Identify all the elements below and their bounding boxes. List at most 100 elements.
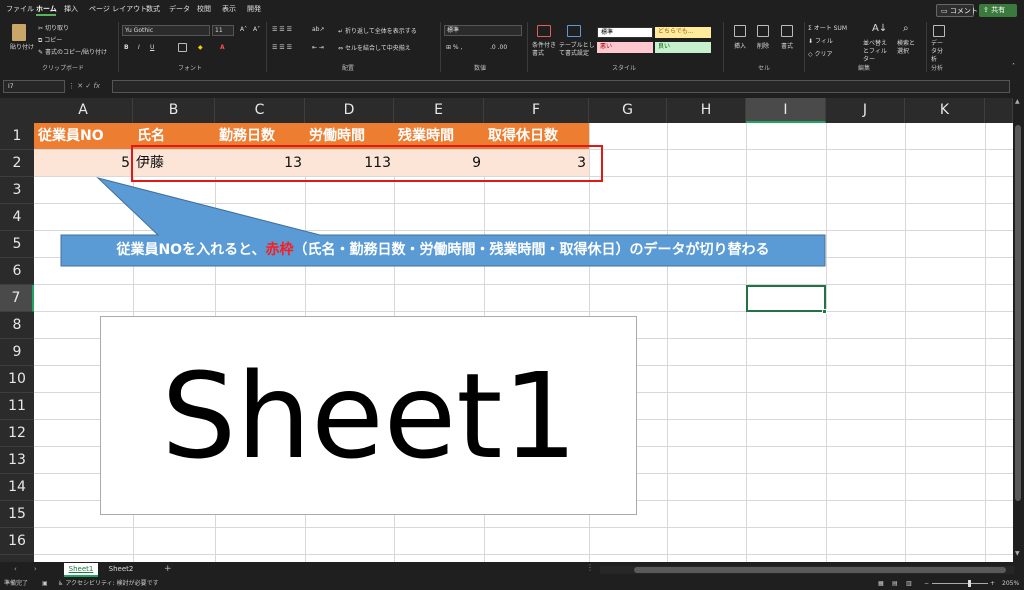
scroll-down-icon[interactable]: ▼ <box>1015 550 1020 557</box>
alignment-group-label: 配置 <box>342 65 355 72</box>
collapse-ribbon-icon[interactable]: ˄ <box>1012 62 1015 71</box>
tab-data[interactable]: データ <box>169 4 190 14</box>
copy-button[interactable]: ⧉ コピー <box>38 36 62 45</box>
bold-button[interactable]: B <box>124 43 129 52</box>
tab-home[interactable]: ホーム <box>36 4 57 14</box>
fill-color-icon[interactable]: ◆ <box>198 43 203 52</box>
tab-page-layout[interactable]: ページ レイアウト <box>89 4 147 14</box>
format-cells-icon <box>781 25 793 37</box>
status-bar: 準備完了 ▣ ♿ アクセシビリティ: 検討が必要です ▦ ▤ ▥ − + 205… <box>0 578 1024 590</box>
format-table-button[interactable]: テーブルとして書式設定 <box>559 42 595 58</box>
fx-icon[interactable]: fx <box>93 82 100 90</box>
format-painter-button[interactable]: ✎ 書式のコピー/貼り付け <box>38 48 107 57</box>
currency-icon[interactable]: ⊞ % , <box>446 43 462 52</box>
selected-cell-i7[interactable] <box>746 285 826 312</box>
format-button[interactable]: 書式 <box>781 42 793 51</box>
brush-icon: ✎ <box>38 49 44 56</box>
font-color-icon[interactable]: A <box>220 43 225 52</box>
scissors-icon: ✂ <box>38 25 44 32</box>
find-select-button[interactable]: 検索と選択 <box>897 40 919 56</box>
style-good[interactable]: 良い <box>655 42 711 53</box>
style-normal[interactable]: 標準 <box>597 27 653 38</box>
callout-text: 従業員NOを入れると、赤枠（氏名・勤務日数・労働時間・残業時間・取得休日）のデー… <box>116 242 770 258</box>
sort-filter-button[interactable]: 並べ替えとフィルター <box>863 40 889 64</box>
fill-handle[interactable] <box>822 309 827 314</box>
tab-splitter-icon[interactable]: ⋮ <box>586 563 594 572</box>
active-tab-indicator <box>36 14 56 16</box>
tab-formulas[interactable]: 数式 <box>146 4 160 14</box>
italic-button[interactable]: I <box>138 43 140 52</box>
delete-button[interactable]: 削除 <box>757 42 769 51</box>
clear-button[interactable]: ◇ クリア <box>808 50 833 59</box>
horizontal-scrollbar[interactable] <box>600 566 1014 574</box>
vertical-scroll-thumb[interactable] <box>1015 125 1021 501</box>
zoom-in-icon[interactable]: + <box>990 578 995 590</box>
callout-red-text: 赤枠 <box>265 242 294 258</box>
grow-font-icon[interactable]: A˄ <box>240 25 247 34</box>
delete-cells-icon <box>757 25 769 37</box>
decimal-icon[interactable]: .0 .00 <box>490 43 507 52</box>
tab-view[interactable]: 表示 <box>222 4 236 14</box>
zoom-slider[interactable] <box>932 583 988 584</box>
status-ready: 準備完了 <box>4 580 29 587</box>
tab-file[interactable]: ファイル <box>6 4 34 14</box>
name-box[interactable]: I7 <box>3 80 65 93</box>
shrink-font-icon[interactable]: A˅ <box>253 25 260 34</box>
indent-icon[interactable]: ⇤ ⇥ <box>312 43 324 52</box>
view-normal-icon[interactable]: ▦ <box>878 578 884 590</box>
more-icon[interactable]: ⋮ <box>68 82 75 90</box>
formula-input[interactable] <box>112 80 1010 93</box>
divider <box>266 22 267 72</box>
tab-review[interactable]: 校閲 <box>197 4 211 14</box>
editing-group-label: 編集 <box>858 65 871 72</box>
sheet-label-box: Sheet1 <box>100 316 637 515</box>
spreadsheet-grid[interactable]: A B C D E F G H I J K 1 2 3 4 5 6 7 8 9 … <box>0 98 1013 562</box>
view-page-break-icon[interactable]: ▥ <box>906 578 912 590</box>
style-bad[interactable]: 悪い <box>597 42 653 53</box>
insert-button[interactable]: 挿入 <box>734 42 746 51</box>
share-button[interactable]: ⇪ 共有 <box>979 4 1017 17</box>
sheet-tab-sheet2[interactable]: Sheet2 <box>102 563 140 577</box>
enter-icon[interactable]: ✓ <box>85 82 91 90</box>
number-format-select[interactable]: 標準 <box>444 25 522 36</box>
wrap-icon: ↵ <box>338 28 344 35</box>
font-name-select[interactable]: Yu Gothic <box>122 25 210 36</box>
merge-center-button[interactable]: ⇔ セルを結合して中央揃え <box>338 44 411 53</box>
style-neutral[interactable]: どちらでも... <box>655 27 711 38</box>
formula-controls: ⋮ ✕ ✓ fx <box>68 80 112 93</box>
add-sheet-icon[interactable]: + <box>164 564 172 574</box>
cut-button[interactable]: ✂ 切り取り <box>38 24 69 33</box>
underline-button[interactable]: U <box>150 43 154 52</box>
cancel-icon[interactable]: ✕ <box>77 82 83 90</box>
zoom-out-icon[interactable]: − <box>924 578 929 590</box>
scroll-up-icon[interactable]: ▲ <box>1015 98 1020 105</box>
search-icon: ⌕ <box>903 23 909 34</box>
accessibility-status[interactable]: ♿ アクセシビリティ: 検討が必要です <box>58 578 159 590</box>
next-sheet-icon[interactable]: › <box>34 565 37 573</box>
align-left-icon[interactable]: ☰ ☰ ☰ <box>272 43 292 52</box>
zoom-level[interactable]: 205% <box>1002 578 1019 590</box>
divider <box>804 22 805 72</box>
align-top-icon[interactable]: ☰ ☰ ☰ <box>272 25 292 34</box>
font-size-select[interactable]: 11 <box>212 25 234 36</box>
wrap-text-button[interactable]: ↵ 折り返して全体を表示する <box>338 27 417 36</box>
data-analysis-button[interactable]: データ分析 <box>931 40 947 64</box>
sheet-tab-sheet1[interactable]: Sheet1 <box>64 563 98 577</box>
paste-button[interactable]: 貼り付け <box>10 43 34 52</box>
eraser-icon: ◇ <box>808 51 813 58</box>
comments-button[interactable]: ▭ コメント <box>936 4 978 17</box>
orientation-icon[interactable]: ab↗ <box>312 25 325 34</box>
zoom-slider-thumb[interactable] <box>968 580 971 587</box>
horizontal-scroll-thumb[interactable] <box>634 567 1006 573</box>
autosum-button[interactable]: Σ オート SUM <box>808 24 847 33</box>
copy-icon: ⧉ <box>38 37 43 44</box>
view-page-layout-icon[interactable]: ▤ <box>892 578 898 590</box>
fill-button[interactable]: ⬇ フィル <box>808 37 833 46</box>
merge-icon: ⇔ <box>338 45 344 52</box>
conditional-format-button[interactable]: 条件付き書式 <box>532 42 558 58</box>
prev-sheet-icon[interactable]: ‹ <box>14 565 17 573</box>
tab-developer[interactable]: 開発 <box>247 4 261 14</box>
macro-record-icon[interactable]: ▣ <box>42 578 48 590</box>
tab-insert[interactable]: 挿入 <box>64 4 78 14</box>
border-icon[interactable] <box>178 43 187 52</box>
